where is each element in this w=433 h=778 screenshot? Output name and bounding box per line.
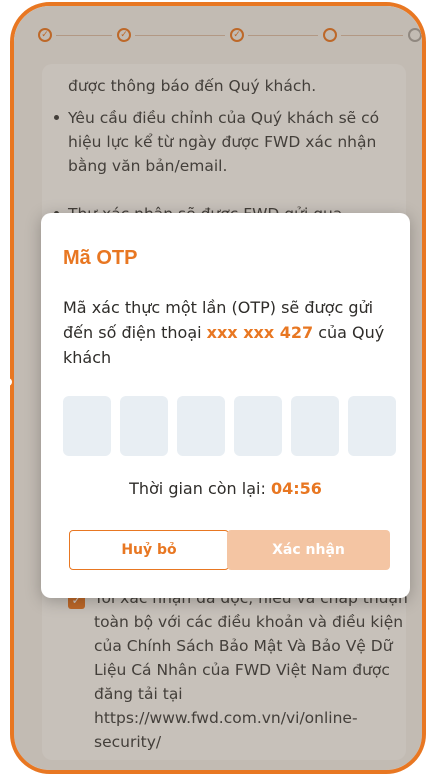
cancel-button[interactable]: Huỷ bỏ [69,530,229,570]
confirm-button[interactable]: Xác nhận [227,530,390,570]
otp-digit-6[interactable] [348,396,396,456]
otp-digit-1[interactable] [63,396,111,456]
otp-input-group [63,396,396,456]
otp-message: Mã xác thực một lần (OTP) sẽ được gửi đế… [63,295,393,370]
otp-modal: Mã OTP Mã xác thực một lần (OTP) sẽ được… [41,213,410,598]
otp-digit-2[interactable] [120,396,168,456]
masked-phone-number: xxx xxx 427 [206,323,314,342]
otp-digit-4[interactable] [234,396,282,456]
screen: ✓ ✓ ✓ được thông báo đến Quý khách. Yêu … [0,0,433,778]
side-handle [4,378,12,386]
phone-frame: ✓ ✓ ✓ được thông báo đến Quý khách. Yêu … [10,2,426,774]
timer-label: Thời gian còn lại: [129,479,266,498]
otp-digit-5[interactable] [291,396,339,456]
modal-title: Mã OTP [63,247,138,269]
otp-digit-3[interactable] [177,396,225,456]
timer-value: 04:56 [270,479,322,498]
countdown-timer: Thời gian còn lại: 04:56 [41,479,410,498]
